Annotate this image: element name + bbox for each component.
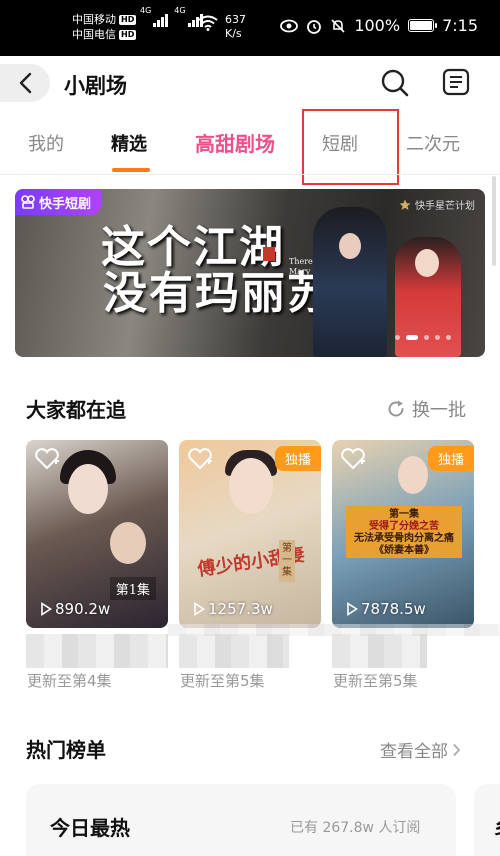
network-tag: 4G: [174, 6, 186, 15]
back-icon: [19, 72, 32, 94]
blurred-title: [26, 634, 168, 668]
hd-badge: HD: [119, 14, 137, 25]
poster-caption-line: 第一集: [389, 509, 419, 520]
status-bar: 中国移动 HD 中国电信 HD 4G 4G 637 K/s 100% 7:15: [0, 0, 500, 56]
mute-icon: [331, 18, 345, 33]
hd-badge: HD: [119, 29, 137, 40]
favorite-add-icon[interactable]: [34, 448, 60, 470]
alarm-icon: [307, 19, 322, 34]
network-speed: 637 K/s: [225, 13, 246, 41]
status-right: 100% 7:15: [280, 16, 478, 35]
tab-mine[interactable]: 我的: [28, 130, 64, 156]
carousel-dot: [424, 335, 429, 340]
play-count-value: 7878.5w: [361, 600, 426, 618]
episode-badge: 第一集: [279, 540, 295, 582]
star-icon: [399, 199, 411, 210]
poster-figure: [110, 522, 146, 564]
view-all-link[interactable]: 查看全部: [380, 737, 461, 762]
poster-figure: [398, 456, 428, 494]
play-count-value: 1257.3w: [208, 600, 273, 618]
play-icon: [347, 602, 358, 616]
signal-icon: 4G 4G: [140, 6, 203, 27]
speed-value: 637: [225, 13, 246, 26]
drama-card[interactable]: 傅少的小甜妻 第一集 独播 1257.3w: [179, 440, 321, 628]
divider: [0, 174, 500, 175]
carousel-dot-active: [406, 335, 418, 340]
seal-mark: [263, 247, 275, 261]
poster-caption-line: 无法承受骨肉分离之痛: [354, 533, 454, 544]
tab-anime[interactable]: 二次元: [406, 130, 460, 156]
kuaishou-logo-icon: [21, 195, 35, 209]
menu-icon[interactable]: [442, 68, 470, 96]
page-title: 小剧场: [64, 74, 127, 98]
section-title-trending: 大家都在追: [26, 398, 126, 422]
blurred-title: [168, 624, 500, 636]
banner-badge-label: 快手短剧: [39, 196, 92, 212]
promo-banner[interactable]: 快手短剧 快手星芒计划 这个江湖 没有玛丽苏 There is no Mary …: [15, 189, 485, 357]
play-icon: [194, 602, 205, 616]
network-tag: 4G: [140, 6, 152, 15]
ranking-card[interactable]: 乡: [474, 784, 500, 856]
favorite-add-icon[interactable]: [187, 448, 213, 470]
speed-unit: K/s: [225, 27, 242, 40]
battery-percent: 100%: [354, 16, 401, 35]
poster-caption: 第一集 受得了分娩之苦 无法承受骨肉分离之痛 《娇妻本善》: [346, 506, 462, 558]
subscriber-count: 已有 267.8w 人订阅: [290, 820, 421, 836]
banner-badge: 快手短剧: [15, 189, 102, 215]
tab-featured[interactable]: 精选: [111, 130, 147, 156]
play-icon: [41, 602, 52, 616]
partner-label: 快手星芒计划: [415, 201, 475, 212]
carrier-1: 中国移动: [72, 13, 116, 26]
carousel-dot: [395, 335, 400, 340]
carrier-info: 中国移动 HD 中国电信 HD: [72, 12, 137, 42]
scrollbar[interactable]: [492, 176, 496, 266]
poster-figure: [229, 458, 273, 514]
search-icon[interactable]: [380, 68, 410, 98]
app-header: 小剧场: [0, 56, 500, 112]
refresh-label: 换一批: [412, 400, 466, 421]
tab-sweet-theater[interactable]: 高甜剧场: [195, 128, 275, 157]
poster-caption-line: 《娇妻本善》: [374, 545, 434, 556]
update-status: 更新至第5集: [333, 672, 418, 690]
partner-logo: 快手星芒计划: [399, 197, 475, 212]
blurred-title: [332, 634, 427, 668]
update-status: 更新至第5集: [180, 672, 265, 690]
section-title-hot: 热门榜单: [26, 738, 106, 762]
category-tabs: 我的 精选 高甜剧场 短剧 二次元: [0, 120, 500, 172]
ranking-card[interactable]: 今日最热 已有 267.8w 人订阅: [26, 784, 456, 856]
carousel-dots: [395, 335, 451, 340]
chevron-right-icon: [453, 743, 461, 756]
carousel-dot: [446, 335, 451, 340]
active-tab-indicator: [112, 168, 150, 172]
battery-icon: [408, 19, 438, 32]
carousel-dot: [435, 335, 440, 340]
banner-figure-swordsman: [313, 207, 387, 357]
carrier-2: 中国电信: [72, 28, 116, 41]
episode-badge: 第1集: [109, 577, 156, 600]
play-count: 7878.5w: [346, 600, 426, 618]
banner-title-line2: 没有玛丽苏: [103, 268, 333, 319]
play-count: 890.2w: [40, 600, 110, 618]
favorite-add-icon[interactable]: [340, 448, 366, 470]
blurred-title: [179, 634, 289, 668]
refresh-button[interactable]: 换一批: [386, 396, 466, 422]
exclusive-badge: 独播: [427, 446, 474, 471]
drama-card[interactable]: 第一集 受得了分娩之苦 无法承受骨肉分离之痛 《娇妻本善》 独播 7878.5w: [332, 440, 474, 628]
poster-caption-line: 受得了分娩之苦: [369, 521, 439, 532]
play-count-value: 890.2w: [55, 600, 111, 618]
view-all-label: 查看全部: [380, 742, 448, 762]
poster-figure: [68, 464, 108, 514]
drama-card[interactable]: 第1集 890.2w: [26, 440, 168, 628]
update-status: 更新至第4集: [27, 672, 112, 690]
ranking-card-title: 今日最热: [50, 816, 130, 840]
wifi-icon: [198, 15, 218, 31]
play-count: 1257.3w: [193, 600, 273, 618]
exclusive-badge: 独播: [274, 446, 321, 471]
ranking-card-title: 乡: [494, 814, 500, 840]
back-button[interactable]: [0, 64, 50, 102]
eye-icon: [280, 19, 299, 32]
clock: 7:15: [442, 16, 478, 35]
refresh-icon: [388, 400, 404, 417]
